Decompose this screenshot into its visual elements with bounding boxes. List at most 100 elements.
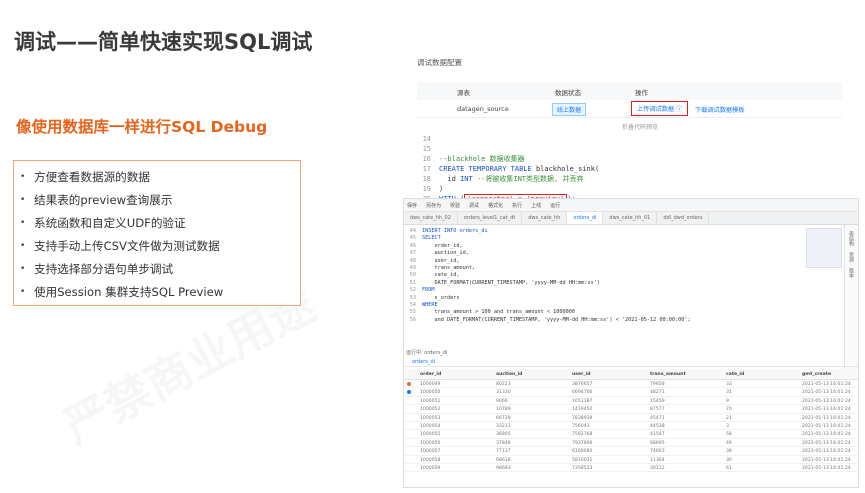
line-number: 56 (409, 316, 416, 323)
code-text: FROM (422, 287, 435, 294)
code-line: 56 and DATE_FORMAT(CURRENT_TIMESTAMP, 'y… (404, 317, 784, 324)
table-row[interactable]: 1000055 36805 7582768 41547 58 2021-05-13 16:… (404, 430, 858, 439)
tab-dws_cate_hh_02[interactable]: dws_cate_hh_02 (404, 212, 458, 224)
code-text: s_orders (422, 294, 460, 301)
table-cell: 10789 (496, 407, 511, 413)
config-title: 调试数据配置 (417, 58, 462, 67)
table-cell: 2021-05-13 16:01:24 (802, 423, 851, 429)
table-cell: 3 (726, 423, 729, 429)
table-row[interactable]: 1000052 10789 1419450 87577 70 2021-05-13 16:… (404, 405, 858, 414)
table-cell: 1000056 (420, 440, 441, 446)
table-cell: 33 (726, 382, 732, 387)
table-row[interactable]: 1000056 37848 7937806 68695 49 2021-05-13 16:… (404, 439, 858, 448)
table-cell: 30112 (650, 465, 665, 471)
table-cell: 31 (726, 390, 732, 396)
toolbar-button[interactable]: 运行 (550, 202, 560, 209)
row-status-icon (407, 390, 411, 395)
bullet-dot-icon: • (20, 171, 26, 182)
table-row[interactable]: 1000057 77137 6169080 74603 38 2021-05-13 16:… (404, 447, 858, 456)
bullet-dot-icon: • (20, 286, 26, 297)
table-cell: 98693 (496, 465, 511, 471)
table-cell: 2021-05-13 16:01:24 (802, 449, 851, 455)
column-header[interactable]: order_id (420, 372, 441, 377)
table-cell: 74603 (650, 449, 665, 455)
table-cell: 33233 (496, 423, 511, 429)
line-number: 48 (409, 257, 416, 264)
slide-title: 调试——简单快速实现SQL调试 (14, 30, 313, 54)
column-header[interactable]: cate_id (726, 372, 744, 377)
table-cell: 1000052 (420, 407, 441, 413)
table-row[interactable]: 1000059 98693 7358523 30112 61 2021-05-13 16:… (404, 464, 858, 473)
column-header[interactable]: user_id (572, 372, 591, 377)
tab-dws_cate_hh_01[interactable]: dws_cate_hh_01 (603, 212, 658, 224)
table-cell: 49 (726, 440, 732, 446)
code-line: 18 id INT --将被收集INT类型数据, 并丢弃 (417, 174, 842, 184)
code-line: 50 cate_id, (404, 272, 784, 279)
code-text: user_id, (422, 257, 460, 264)
table-cell: 2021-05-13 16:01:24 (802, 382, 851, 387)
code-minimap[interactable] (806, 228, 842, 268)
table-cell: 2021-05-13 16:01:24 (802, 440, 851, 446)
table-cell: 80223 (496, 382, 511, 387)
upload-button-label: 上传调试数据 (637, 106, 675, 113)
side-panel-tab[interactable]: 版本 (848, 268, 855, 278)
code-line: 48 user_id, (404, 258, 784, 265)
toolbar-button[interactable]: 执行 (512, 202, 522, 209)
toolbar-button[interactable]: 保存 (407, 202, 417, 209)
toolbar-button[interactable]: 格式化 (488, 202, 503, 209)
code-text: WHERE (422, 302, 438, 309)
line-number: 16 (422, 155, 431, 163)
line-number: 18 (422, 175, 431, 183)
table-cell: 6694700 (572, 390, 593, 396)
table-row[interactable]: 1000058 68618 5810031 11364 30 2021-05-13 16:… (404, 456, 858, 464)
code-text: order_id, (422, 242, 463, 249)
download-template-link[interactable]: 下载调试数据模板 (695, 105, 745, 114)
table-cell: 48271 (650, 390, 665, 396)
table-cell: 11364 (650, 457, 665, 463)
toolbar-button[interactable]: 校验 (450, 202, 460, 209)
feature-item: • 支持手动上传CSV文件做为测试数据 (20, 234, 294, 257)
code-text: id INT --将被收集INT类型数据, 并丢弃 (439, 174, 583, 184)
code-line: 19) (417, 184, 842, 194)
table-cell: 79658 (650, 382, 665, 387)
side-panel-tab[interactable]: 资源 (848, 252, 855, 262)
column-header[interactable]: gmt_create (802, 372, 831, 377)
editor-tabs: dws_cate_hh_02 orders_level1_cat_dt dws_ca… (404, 212, 858, 225)
table-row[interactable]: 1000053 66739 7838939 45471 21 2021-05-13 16:… (404, 414, 858, 422)
line-number: 17 (422, 165, 431, 173)
code-token: CREATE TEMPORARY TABLE (439, 165, 536, 173)
grid-header-row: order_id auction_id user_id trans_amount cat… (404, 369, 858, 380)
side-panel-tab[interactable]: 表结构 (848, 231, 855, 246)
tab-orders_di[interactable]: orders_di (567, 212, 604, 224)
code-text: trans_amount > 100 and trans_amount < 10… (422, 309, 576, 316)
sql-code-editor[interactable]: 44 INSERT INTO orders_di 45 SELECT 46 order_… (404, 226, 784, 348)
toolbar-button[interactable]: 调试 (469, 202, 479, 209)
table-cell: 61 (726, 465, 732, 471)
feature-item: • 结果表的preview查询展示 (20, 188, 294, 211)
table-row[interactable]: 1000051 9066 1651187 15459 9 2021-05-13 16:01… (404, 397, 858, 406)
tab-ddl_dwd_orders[interactable]: ddl_dwd_orders (657, 212, 710, 224)
bullet-dot-icon: • (20, 194, 26, 205)
column-header[interactable]: trans_amount (650, 372, 686, 377)
tab-dws_cate_hh[interactable]: dws_cate_hh (522, 212, 568, 224)
table-cell: 5810031 (572, 457, 593, 463)
right-side-panel: 表结构 资源 版本 (844, 225, 858, 375)
table-row[interactable]: 1000050 31330 6694700 48271 31 2021-05-13 16:… (404, 388, 858, 397)
result-tab-orders-di[interactable]: orders_di (412, 359, 435, 365)
feature-item: • 使用Session 集群支持SQL Preview (20, 280, 294, 303)
table-cell: 21 (726, 415, 732, 421)
toolbar-button[interactable]: 上线 (531, 202, 541, 209)
table-cell: 2021-05-13 16:01:24 (802, 465, 851, 471)
table-row[interactable]: 1000054 33233 756043 44538 3 2021-05-13 16:01… (404, 422, 858, 431)
code-text: SELECT (422, 235, 441, 242)
column-header[interactable]: auction_id (496, 372, 522, 377)
table-cell: 9066 (496, 398, 508, 404)
table-cell: 1000058 (420, 457, 441, 463)
upload-debug-data-button[interactable]: 上传调试数据 ⓘ (631, 101, 689, 116)
feature-item: • 方便查看数据源的数据 (20, 165, 294, 188)
table-row[interactable]: 1000049 80223 3876657 79658 33 2021-05-13 16:… (404, 380, 858, 389)
status-badge: 线上数据 (552, 103, 587, 116)
toolbar-button[interactable]: 另存为 (426, 202, 441, 209)
collapse-preview-toggle[interactable]: 折叠代码预览 (622, 122, 658, 131)
tab-orders_level1_cat_dt[interactable]: orders_level1_cat_dt (458, 212, 523, 224)
